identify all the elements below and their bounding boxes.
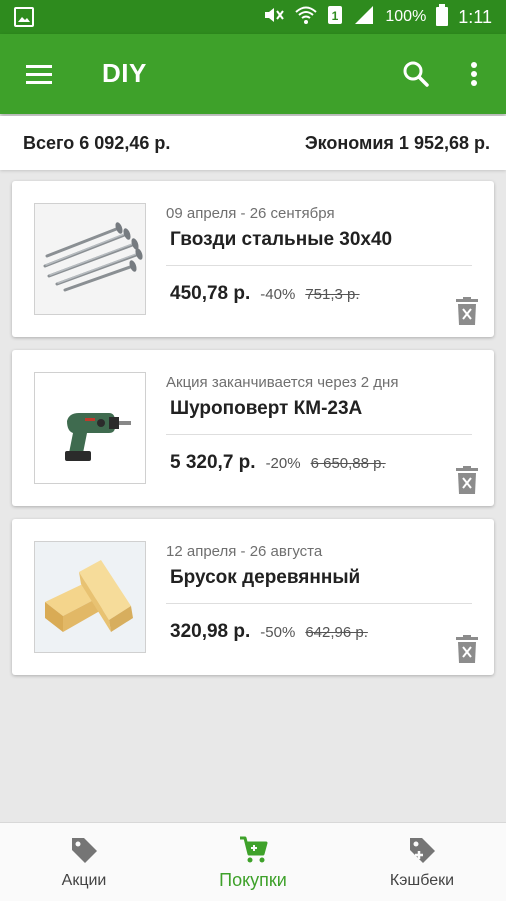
- product-image-drill: [34, 372, 146, 484]
- mute-icon: [263, 5, 285, 30]
- cart-icon: [240, 836, 268, 863]
- battery-icon: [436, 3, 449, 31]
- search-icon[interactable]: [400, 58, 432, 90]
- saving-amount: Экономия 1 952,68 р.: [304, 133, 490, 153]
- svg-text:1: 1: [332, 9, 339, 23]
- nav-tab-label: Кэшбеки: [389, 872, 455, 889]
- discount-percent: -50%: [260, 624, 296, 641]
- nav-tab-promotions[interactable]: Акции: [0, 823, 168, 901]
- totals-bar: Всего 6 092,46 р. Экономия 1 952,68 р.: [0, 116, 506, 170]
- delete-icon[interactable]: [456, 635, 478, 663]
- current-price: 320,98 р.: [170, 621, 251, 642]
- nav-tab-purchases[interactable]: Покупки: [169, 823, 337, 901]
- purchase-card[interactable]: 12 апреля - 26 августа Брусок деревянный…: [12, 519, 494, 675]
- current-price: 5 320,7 р.: [170, 452, 256, 473]
- gallery-notification-icon: [14, 7, 34, 32]
- product-image-nails: [34, 203, 146, 315]
- discount-percent: -40%: [260, 286, 296, 303]
- purchase-card[interactable]: 09 апреля - 26 сентября Гвозди стальные …: [12, 181, 494, 337]
- sim-icon: 1: [327, 5, 343, 30]
- delete-icon[interactable]: [456, 297, 478, 325]
- more-options-icon[interactable]: [462, 58, 486, 90]
- divider: [166, 603, 472, 604]
- wifi-icon: [295, 5, 318, 30]
- divider: [166, 265, 472, 266]
- promo-period: Акция заканчивается через 2 дня: [166, 374, 399, 391]
- delete-icon[interactable]: [456, 466, 478, 494]
- purchase-card[interactable]: Акция заканчивается через 2 дня Шуропове…: [12, 350, 494, 506]
- discount-percent: -20%: [265, 455, 301, 472]
- promo-period: 09 апреля - 26 сентября: [166, 205, 335, 222]
- old-price: 6 650,88 р.: [310, 455, 386, 472]
- product-name: Брусок деревянный: [170, 567, 361, 588]
- price-line: 5 320,7 р. -20% 6 650,88 р.: [170, 452, 386, 474]
- promo-period: 12 апреля - 26 августа: [166, 543, 323, 560]
- product-image-wood-block: [34, 541, 146, 653]
- price-line: 450,78 р. -40% 751,3 р.: [170, 283, 360, 305]
- price-line: 320,98 р. -50% 642,96 р.: [170, 621, 368, 643]
- menu-icon[interactable]: [24, 58, 56, 90]
- current-price: 450,78 р.: [170, 283, 251, 304]
- total-amount: Всего 6 092,46 р.: [23, 133, 171, 153]
- product-name: Гвозди стальные 30х40: [170, 229, 393, 250]
- old-price: 642,96 р.: [305, 624, 368, 641]
- divider: [166, 434, 472, 435]
- nav-tab-cashback[interactable]: Кэшбеки: [338, 823, 506, 901]
- nav-tab-label: Акции: [61, 872, 107, 889]
- clock: 1:11: [458, 6, 492, 27]
- tag-plus-icon: [410, 838, 435, 863]
- battery-percent: 100%: [385, 8, 427, 25]
- status-bar: 1 100% 1:11: [0, 0, 506, 34]
- bottom-navigation: Акции Покупки Кэшбеки: [0, 822, 506, 901]
- old-price: 751,3 р.: [305, 286, 360, 303]
- tag-icon: [72, 838, 97, 863]
- nav-tab-label: Покупки: [219, 870, 287, 890]
- app-title: DIY: [102, 58, 147, 88]
- signal-icon: [353, 5, 375, 30]
- product-name: Шуроповерт КМ-23А: [170, 398, 363, 419]
- app-bar: DIY: [0, 34, 506, 114]
